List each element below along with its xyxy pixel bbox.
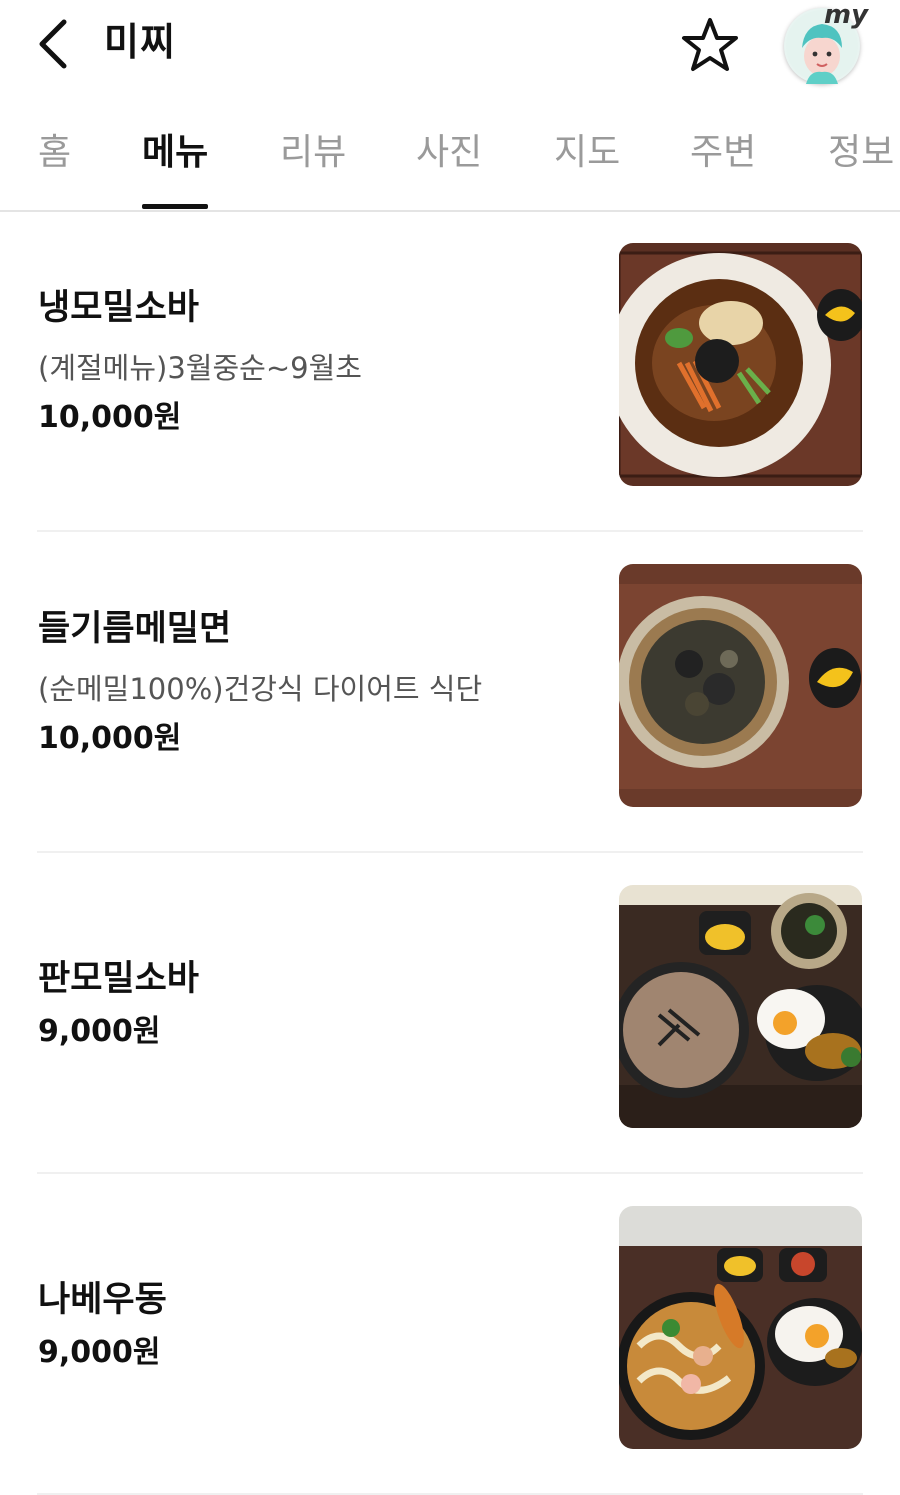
back-button[interactable] — [34, 18, 78, 70]
active-tab-indicator — [142, 204, 208, 209]
tab-menu[interactable]: 메뉴 — [142, 130, 208, 176]
menu-item-photo[interactable] — [619, 564, 862, 807]
favorite-button[interactable] — [680, 16, 740, 74]
zaru-soba-photo — [619, 885, 862, 1128]
divider — [37, 530, 863, 532]
menu-item[interactable]: 냉모밀소바 (계절메뉴)3월중순~9월초 10,000원 — [0, 212, 900, 532]
menu-item-description: (순메밀100%)건강식 다이어트 식단 — [38, 672, 483, 706]
menu-item[interactable]: 판모밀소바 9,000원 — [0, 854, 900, 1174]
tab-info[interactable]: 정보 — [828, 130, 894, 176]
nabe-udon-photo — [619, 1206, 862, 1449]
tab-photos[interactable]: 사진 — [416, 130, 482, 176]
menu-item-photo[interactable] — [619, 243, 862, 486]
my-badge: my — [824, 0, 869, 30]
menu-item-photo[interactable] — [619, 885, 862, 1128]
tab-nearby[interactable]: 주변 — [690, 130, 756, 176]
perilla-buckwheat-photo — [619, 564, 862, 807]
tab-bar: 홈 메뉴 리뷰 사진 지도 주변 정보 — [0, 100, 900, 212]
menu-item-name: 판모밀소바 — [38, 959, 200, 999]
menu-item-price: 9,000원 — [38, 1335, 161, 1370]
menu-item[interactable]: 들기름메밀면 (순메밀100%)건강식 다이어트 식단 10,000원 — [0, 533, 900, 853]
menu-item-price: 10,000원 — [38, 400, 182, 435]
divider — [37, 1172, 863, 1174]
menu-item-price: 10,000원 — [38, 721, 182, 756]
chevron-left-icon — [39, 19, 67, 69]
tab-reviews[interactable]: 리뷰 — [280, 130, 346, 176]
menu-item[interactable]: 나베우동 9,000원 — [0, 1175, 900, 1495]
tab-home[interactable]: 홈 — [38, 130, 71, 176]
menu-item-photo[interactable] — [619, 1206, 862, 1449]
menu-item-name: 나베우동 — [38, 1280, 167, 1320]
cold-soba-photo — [619, 243, 862, 486]
menu-item-name: 들기름메밀면 — [38, 609, 232, 649]
page-title: 미찌 — [104, 20, 176, 64]
menu-item-description: (계절메뉴)3월중순~9월초 — [38, 351, 362, 385]
menu-item-name: 냉모밀소바 — [38, 288, 200, 328]
tab-map[interactable]: 지도 — [554, 130, 620, 176]
menu-item-price: 9,000원 — [38, 1014, 161, 1049]
top-app-bar: 미찌 my — [0, 0, 900, 100]
star-outline-icon — [682, 18, 738, 71]
divider — [37, 851, 863, 853]
